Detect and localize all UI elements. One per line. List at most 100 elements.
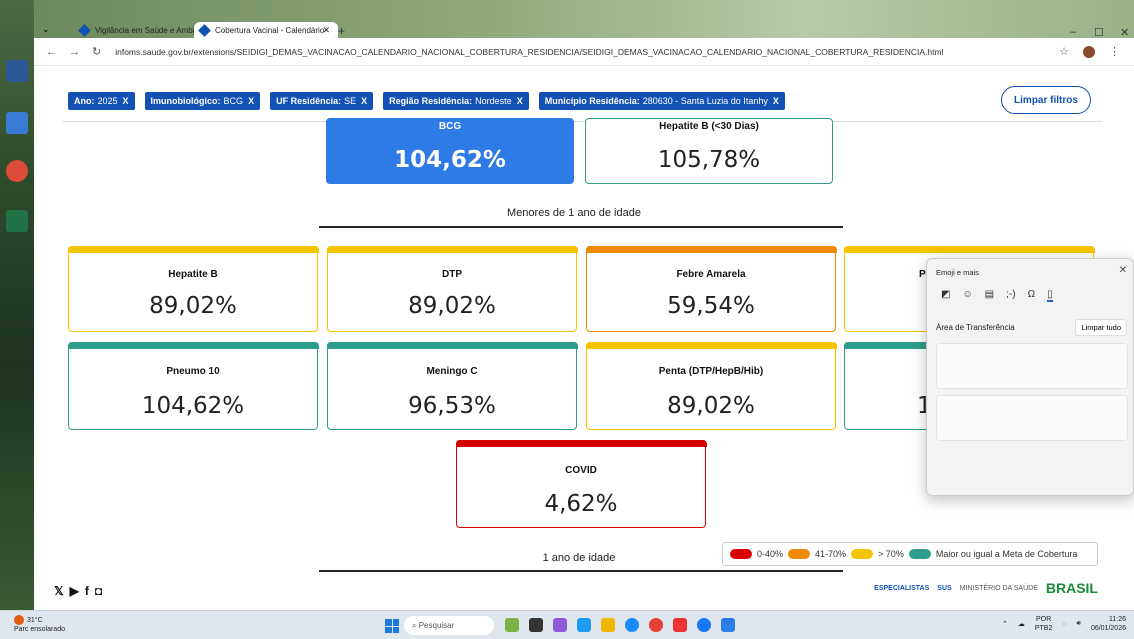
- card-covid[interactable]: COVID 4,62%: [455, 439, 707, 528]
- clock[interactable]: 11:26 06/01/2026: [1091, 615, 1126, 633]
- remove-filter-icon[interactable]: X: [517, 96, 523, 106]
- filter-chip-municipio[interactable]: Município Residência: 280630 - Santa Luzi…: [538, 92, 785, 110]
- filter-chip-imunobiologico[interactable]: Imunobiológico: BCG X: [144, 92, 261, 110]
- clipboard-icon[interactable]: ▯: [1047, 289, 1053, 302]
- gif-icon[interactable]: ▤: [985, 289, 994, 302]
- url-field[interactable]: infoms.saude.gov.br/extensions/SEIDIGI_D…: [115, 47, 943, 57]
- favicon-icon: [78, 23, 91, 37]
- card-value: 105,78%: [657, 147, 761, 173]
- desktop-icon[interactable]: [6, 112, 28, 134]
- sticker-icon[interactable]: ◩: [941, 289, 950, 302]
- remove-filter-icon[interactable]: X: [123, 96, 129, 106]
- tab-list-icon[interactable]: ⌄: [42, 24, 50, 35]
- card-hepatite-b[interactable]: Hepatite B 89,02%: [67, 245, 319, 332]
- chrome-desktop-icon[interactable]: [6, 160, 28, 182]
- symbols-icon[interactable]: Ω: [1028, 289, 1035, 302]
- new-tab-button[interactable]: +: [338, 24, 345, 38]
- card-color-bar: [843, 245, 1095, 253]
- youtube-icon[interactable]: ▶: [70, 584, 79, 598]
- card-penta[interactable]: Penta (DTP/HepB/Hib) 89,02%: [585, 341, 837, 430]
- reload-icon[interactable]: ↻: [92, 45, 101, 58]
- x-twitter-icon[interactable]: 𝕏: [54, 584, 64, 598]
- facebook-app-icon[interactable]: [697, 618, 711, 632]
- minimize-button[interactable]: –: [1070, 26, 1076, 38]
- card-color-bar: [455, 439, 707, 447]
- volume-icon[interactable]: 🔊︎: [1077, 620, 1081, 628]
- chevron-up-icon[interactable]: ⌃: [1002, 620, 1008, 628]
- wifi-icon[interactable]: ◌: [1062, 621, 1066, 628]
- legend-label: Maior ou igual a Meta de Cobertura: [935, 549, 1078, 559]
- favicon-icon: [198, 23, 211, 37]
- clear-filters-button[interactable]: Limpar filtros: [1001, 86, 1091, 114]
- tab-cobertura-vacinal[interactable]: Cobertura Vacinal - Calendário ✕: [194, 22, 338, 38]
- weather-icon: [14, 615, 24, 625]
- remove-filter-icon[interactable]: X: [361, 96, 367, 106]
- store-icon[interactable]: [721, 618, 735, 632]
- clipboard-item[interactable]: [936, 395, 1128, 441]
- card-febre-amarela[interactable]: Febre Amarela 59,54%: [585, 245, 837, 332]
- language-indicator[interactable]: POR PTB2: [1035, 615, 1053, 633]
- filter-value: Nordeste: [475, 96, 512, 106]
- card-value: 104,62%: [394, 147, 506, 173]
- legend-swatch-teal: [908, 549, 931, 559]
- widgets-icon[interactable]: [505, 618, 519, 632]
- legend-label: 41-70%: [815, 549, 847, 559]
- remove-filter-icon[interactable]: X: [773, 96, 779, 106]
- profile-avatar[interactable]: [1083, 45, 1095, 58]
- temperature: 31°C: [27, 616, 43, 624]
- app-icon[interactable]: [553, 618, 567, 632]
- facebook-icon[interactable]: f: [85, 584, 89, 598]
- file-explorer-icon[interactable]: [601, 618, 615, 632]
- kaomoji-icon[interactable]: ;-): [1006, 289, 1015, 302]
- windows-start-icon[interactable]: [385, 619, 399, 633]
- clear-all-button[interactable]: Limpar tudo: [1075, 319, 1127, 336]
- card-bcg[interactable]: BCG 104,62%: [326, 118, 574, 184]
- desktop-background: [0, 0, 34, 610]
- edge-icon[interactable]: [625, 618, 639, 632]
- browser-menu-icon[interactable]: ⋮: [1109, 45, 1120, 58]
- taskbar-search[interactable]: ⌕ Pesquisar: [404, 616, 494, 635]
- back-icon[interactable]: ←: [46, 46, 57, 58]
- chrome-icon[interactable]: [649, 618, 663, 632]
- card-meningo-c[interactable]: Meningo C 96,53%: [326, 341, 578, 430]
- card-dtp[interactable]: DTP 89,02%: [326, 245, 578, 332]
- app-icon[interactable]: [577, 618, 591, 632]
- card-title: Hepatite B (<30 Dias): [659, 121, 759, 132]
- section-underline: [319, 570, 843, 572]
- instagram-icon[interactable]: ◘: [95, 584, 102, 598]
- emoji-icon[interactable]: ☺: [962, 289, 972, 302]
- weather-widget[interactable]: 31°C Parc ensolarado: [14, 615, 65, 634]
- card-title: DTP: [442, 269, 462, 280]
- card-value: 89,02%: [408, 293, 496, 319]
- card-title: BCG: [438, 121, 462, 132]
- filter-chip-ano[interactable]: Ano: 2025 X: [68, 92, 135, 110]
- page-footer: 𝕏 ▶ f ◘ ESPECIALISTAS SUS MINISTÉRIO DA …: [34, 576, 1134, 610]
- filter-label: Imunobiológico:: [150, 96, 221, 106]
- card-value: 89,02%: [149, 293, 237, 319]
- card-pneumo-10[interactable]: Pneumo 10 104,62%: [67, 341, 319, 430]
- filter-value: SE: [344, 96, 357, 106]
- remove-filter-icon[interactable]: X: [248, 96, 254, 106]
- bookmark-star-icon[interactable]: ☆: [1059, 45, 1069, 58]
- cloud-icon[interactable]: ☁: [1018, 620, 1025, 628]
- date: 06/01/2026: [1090, 625, 1126, 632]
- card-title: Penta (DTP/HepB/Hib): [658, 366, 764, 377]
- close-icon[interactable]: ✕: [1119, 265, 1127, 276]
- clipboard-item[interactable]: [936, 343, 1128, 389]
- youtube-app-icon[interactable]: [673, 618, 687, 632]
- forward-icon[interactable]: →: [69, 46, 80, 58]
- excel-desktop-icon[interactable]: [6, 210, 28, 232]
- task-view-icon[interactable]: [529, 618, 543, 632]
- filter-value: 280630 - Santa Luzia do Itanhy: [642, 96, 768, 106]
- legend-swatch-red: [730, 549, 752, 559]
- filter-chip-uf[interactable]: UF Residência: SE X: [270, 92, 374, 110]
- windows-taskbar: 31°C Parc ensolarado ⌕ Pesquisar ⌃ ☁ POR…: [0, 610, 1134, 639]
- card-hepatite-b-30-dias[interactable]: Hepatite B (<30 Dias) 105,78%: [585, 118, 833, 184]
- filter-chip-regiao[interactable]: Região Residência: Nordeste X: [383, 92, 529, 110]
- desktop-icon[interactable]: [6, 60, 28, 82]
- card-color-bar: [585, 245, 837, 253]
- pinned-apps: [505, 618, 735, 632]
- legend-label: > 70%: [878, 549, 904, 559]
- filter-label: Ano:: [74, 96, 95, 106]
- close-tab-icon[interactable]: ✕: [322, 25, 330, 36]
